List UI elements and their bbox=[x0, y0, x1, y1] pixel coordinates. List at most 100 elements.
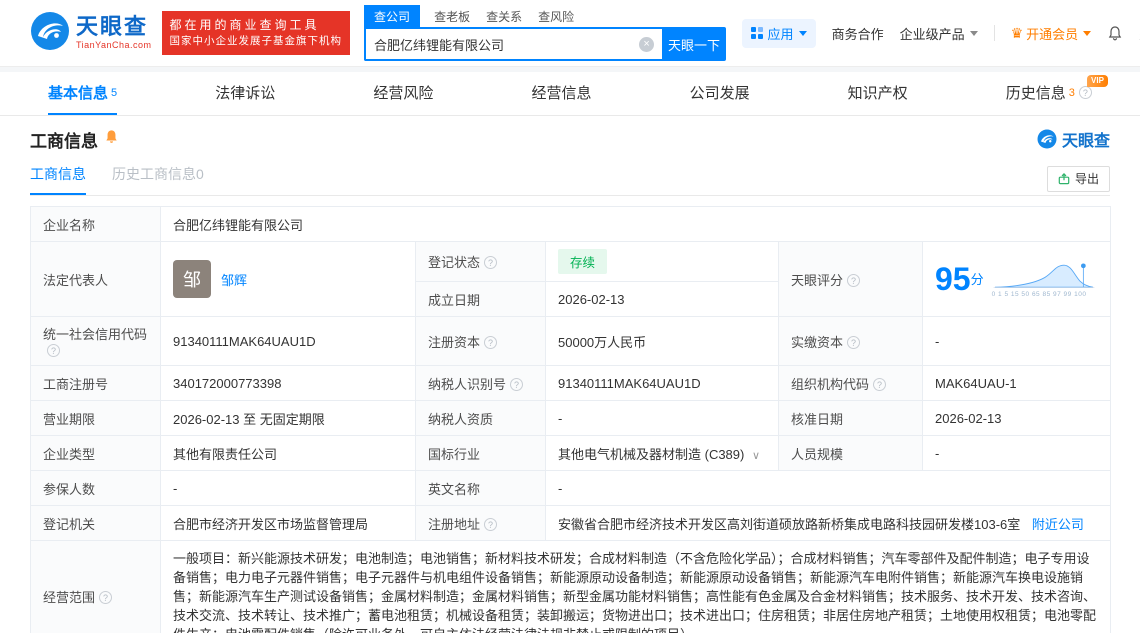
business-cooperation-link[interactable]: 商务合作 bbox=[832, 24, 884, 43]
subtab-history-business-info[interactable]: 历史工商信息0 bbox=[112, 164, 204, 195]
label-insured-count: 参保人数 bbox=[30, 470, 161, 506]
search-tab-relation[interactable]: 查关系 bbox=[486, 8, 522, 25]
help-icon[interactable]: ? bbox=[47, 344, 60, 357]
business-scope-text: 经营范围 bbox=[43, 590, 96, 605]
tab-risk-label: 经营风险 bbox=[373, 85, 434, 102]
help-icon[interactable]: ? bbox=[873, 377, 887, 391]
search-tab-risk[interactable]: 查风险 bbox=[538, 8, 574, 25]
crown-icon: ♛ bbox=[1010, 25, 1024, 41]
industry-expand-icon[interactable]: ∨ bbox=[752, 450, 760, 462]
business-info-section: 工商信息 天眼查 工商信息 历史工商信息0 导出 企业名称 合肥亿纬锂能有限公司… bbox=[0, 116, 1140, 633]
label-establish-date: 成立日期 bbox=[415, 281, 546, 317]
table-row: 企业类型 其他有限责任公司 国标行业 其他电气机械及器材制造 (C389) ∨ … bbox=[30, 435, 1112, 471]
notification-bell-icon[interactable] bbox=[1107, 25, 1123, 41]
apps-grid-icon bbox=[751, 27, 763, 39]
label-registered-address: 注册地址? bbox=[415, 505, 546, 541]
business-info-table: 企业名称 合肥亿纬锂能有限公司 法定代表人 邹 邹辉 登记状态? 存续 天眼评分… bbox=[30, 206, 1112, 633]
help-icon[interactable]: ? bbox=[484, 335, 498, 349]
score-curve-chart[interactable]: 0 1 5 15 50 65 85 97 99 100 bbox=[992, 261, 1096, 298]
help-icon[interactable]: ? bbox=[847, 335, 861, 349]
help-icon[interactable]: ? bbox=[484, 517, 498, 531]
table-row: 企业名称 合肥亿纬锂能有限公司 bbox=[30, 206, 1112, 242]
label-business-term: 营业期限 bbox=[30, 400, 161, 436]
value-business-scope: 一般项目：新兴能源技术研发；电池制造；电池销售；新材料技术研发；合成材料制造（不… bbox=[159, 540, 1112, 633]
tab-legal-proceedings[interactable]: 法律诉讼 bbox=[215, 72, 275, 115]
tab-company-development[interactable]: 公司发展 bbox=[690, 72, 750, 115]
score-unit: 分 bbox=[970, 271, 984, 287]
help-icon[interactable]: ? bbox=[847, 273, 861, 287]
search-button[interactable]: 天眼一下 bbox=[662, 27, 727, 61]
nearby-companies-link[interactable]: 附近公司 bbox=[1032, 517, 1084, 532]
vip-badge: VIP bbox=[1087, 75, 1108, 87]
subtab-business-info[interactable]: 工商信息 bbox=[30, 164, 86, 195]
business-cooperation-label: 商务合作 bbox=[831, 26, 884, 42]
tab-basic-info-count: 5 bbox=[111, 86, 118, 99]
search-box: × bbox=[364, 27, 663, 61]
search-clear-icon[interactable]: × bbox=[639, 36, 655, 52]
label-company-type: 企业类型 bbox=[30, 435, 161, 471]
top-right-nav: 应用 商务合作 企业级产品 ♛ 开通会员 费米 bbox=[726, 18, 1140, 48]
label-legal-representative: 法定代表人 bbox=[30, 241, 161, 317]
label-taxpayer-id: 纳税人识别号? bbox=[415, 365, 546, 401]
taxpayer-id-text: 纳税人识别号 bbox=[428, 376, 507, 392]
section-title: 工商信息 bbox=[30, 131, 98, 151]
value-registration-authority: 合肥市经济开发区市场监督管理局 bbox=[160, 505, 416, 541]
value-registered-address: 安徽省合肥市经济技术开发区高刘街道硕放路新桥集成电路科技园研发楼103-6室 附… bbox=[544, 505, 1112, 541]
watermark-label: 天眼查 bbox=[1061, 133, 1110, 150]
tab-operation-info[interactable]: 经营信息 bbox=[531, 72, 591, 115]
value-company-name: 合肥亿纬锂能有限公司 bbox=[159, 206, 1112, 242]
table-row: 工商注册号 340172000773398 纳税人识别号? 91340111MA… bbox=[30, 365, 1112, 401]
search-tabs: 查公司 查老板 查关系 查风险 bbox=[364, 4, 726, 28]
tianyancha-watermark: 天眼查 bbox=[1037, 127, 1110, 151]
value-taxpayer-id: 91340111MAK64UAU1D bbox=[545, 365, 779, 401]
tab-intellectual-property[interactable]: 知识产权 bbox=[848, 72, 908, 115]
brand-name: 天眼查 bbox=[76, 14, 149, 39]
tab-history-info[interactable]: 历史信息 3 ? VIP bbox=[1006, 72, 1108, 115]
value-business-term: 2026-02-13 至 无固定期限 bbox=[160, 400, 416, 436]
tab-operation-label: 经营信息 bbox=[531, 85, 592, 102]
search-input[interactable] bbox=[374, 36, 640, 52]
search-tab-boss[interactable]: 查老板 bbox=[434, 8, 470, 25]
value-national-industry: 其他电气机械及器材制造 (C389) ∨ bbox=[545, 435, 779, 471]
table-row: 登记机关 合肥市经济开发区市场监督管理局 注册地址? 安徽省合肥市经济技术开发区… bbox=[30, 505, 1112, 541]
label-tianyan-score: 天眼评分? bbox=[778, 241, 923, 317]
label-english-name: 英文名称 bbox=[415, 470, 546, 506]
help-icon[interactable]: ? bbox=[510, 377, 524, 391]
tianyancha-logo-icon bbox=[30, 11, 70, 56]
legal-rep-avatar[interactable]: 邹 bbox=[173, 260, 211, 298]
enterprise-product-label: 企业级产品 bbox=[899, 26, 965, 42]
tab-history-count: 3 bbox=[1068, 86, 1075, 99]
value-taxpayer-qualification: - bbox=[545, 400, 779, 436]
legal-rep-link[interactable]: 邹辉 bbox=[221, 270, 247, 289]
table-row: 统一社会信用代码? 91340111MAK64UAU1D 注册资本? 50000… bbox=[30, 316, 1112, 366]
value-establish-date: 2026-02-13 bbox=[545, 281, 779, 317]
tianyancha-logo[interactable]: 天眼查 TianYanCha.com bbox=[30, 11, 152, 56]
search-tab-company[interactable]: 查公司 bbox=[364, 4, 421, 28]
chevron-down-icon bbox=[798, 30, 807, 36]
export-button[interactable]: 导出 bbox=[1046, 165, 1110, 192]
table-row: 营业期限 2026-02-13 至 无固定期限 纳税人资质 - 核准日期 202… bbox=[30, 400, 1112, 436]
value-approval-date: 2026-02-13 bbox=[921, 400, 1112, 436]
enterprise-product-menu[interactable]: 企业级产品 bbox=[900, 24, 978, 43]
brand-slogan-badge: 都在用的商业查询工具 国家中小企业发展子基金旗下机构 bbox=[161, 11, 351, 55]
chevron-down-icon bbox=[1083, 30, 1092, 36]
value-legal-representative: 邹 邹辉 bbox=[160, 241, 416, 317]
help-icon[interactable]: ? bbox=[1078, 86, 1092, 99]
tianyancha-watermark-icon bbox=[1037, 129, 1057, 149]
slogan-line-2: 国家中小企业发展子基金旗下机构 bbox=[169, 35, 343, 48]
open-vip-menu[interactable]: ♛ 开通会员 bbox=[1011, 24, 1092, 43]
table-row: 参保人数 - 英文名称 - bbox=[30, 470, 1112, 506]
value-insured-count: - bbox=[160, 470, 416, 506]
apps-label: 应用 bbox=[767, 26, 794, 42]
subscribe-bell-icon[interactable] bbox=[104, 129, 119, 149]
help-icon[interactable]: ? bbox=[99, 591, 113, 604]
help-icon[interactable]: ? bbox=[484, 256, 498, 269]
open-vip-label: 开通会员 bbox=[1026, 26, 1079, 42]
industry-text: 其他电气机械及器材制造 (C389) bbox=[558, 446, 745, 462]
apps-menu[interactable]: 应用 bbox=[742, 18, 816, 48]
tab-development-label: 公司发展 bbox=[689, 85, 750, 102]
search-area: 查公司 查老板 查关系 查风险 × 天眼一下 bbox=[364, 4, 727, 61]
label-national-industry: 国标行业 bbox=[415, 435, 546, 471]
tab-basic-info[interactable]: 基本信息 5 bbox=[48, 72, 118, 115]
tab-operation-risk[interactable]: 经营风险 bbox=[373, 72, 433, 115]
